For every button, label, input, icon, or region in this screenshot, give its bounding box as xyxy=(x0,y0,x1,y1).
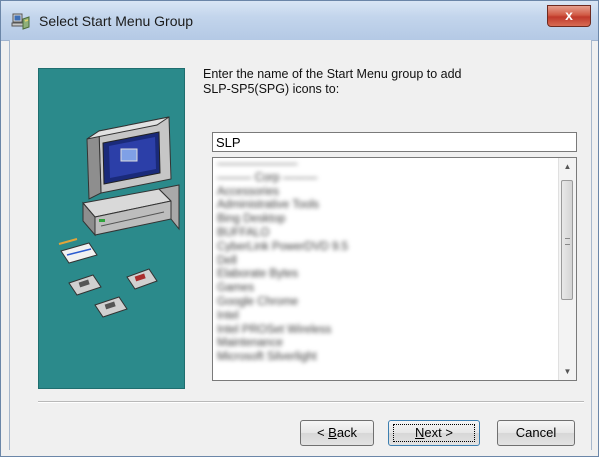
list-item[interactable]: Microsoft Silverlight xyxy=(213,351,558,365)
list-item[interactable]: Games xyxy=(213,282,558,296)
list-item[interactable]: Dell xyxy=(213,255,558,269)
cancel-button[interactable]: Cancel xyxy=(497,420,575,446)
instruction-line-1: Enter the name of the Start Menu group t… xyxy=(203,67,462,81)
instruction-line-2: SLP-SP5(SPG) icons to: xyxy=(203,82,340,96)
scroll-down-arrow-icon[interactable]: ▼ xyxy=(559,363,576,380)
list-scrollbar[interactable]: ▲ ▼ xyxy=(558,158,576,380)
start-menu-group-input[interactable] xyxy=(212,132,577,152)
computer-illustration-icon xyxy=(58,116,180,318)
list-item[interactable]: Intel PROSet Wireless xyxy=(213,324,558,338)
setup-program-icon xyxy=(11,13,30,30)
program-group-list[interactable]: ——————— ——— Corp ——— Accessories Administra… xyxy=(212,157,577,381)
setup-illustration-panel xyxy=(38,68,185,389)
list-item[interactable]: Google Chrome xyxy=(213,296,558,310)
list-item[interactable]: BUFFALO xyxy=(213,227,558,241)
list-item[interactable]: ——————— xyxy=(213,158,558,172)
list-item[interactable]: Administrative Tools xyxy=(213,199,558,213)
window-title: Select Start Menu Group xyxy=(39,13,194,29)
instruction-text: Enter the name of the Start Menu group t… xyxy=(203,67,563,97)
list-item[interactable]: ——— Corp ——— xyxy=(213,172,558,186)
back-button[interactable]: < Back xyxy=(300,420,374,446)
list-item[interactable]: Intel xyxy=(213,310,558,324)
dialog-client-area: Enter the name of the Start Menu group t… xyxy=(9,40,592,450)
title-bar[interactable]: Select Start Menu Group x xyxy=(1,1,598,41)
list-item[interactable]: Elaborate Bytes xyxy=(213,268,558,282)
scroll-up-arrow-icon[interactable]: ▲ xyxy=(559,158,576,175)
next-button[interactable]: Next > xyxy=(388,420,480,446)
list-item[interactable]: Bing Desktop xyxy=(213,213,558,227)
list-item[interactable]: Accessories xyxy=(213,186,558,200)
scroll-thumb[interactable] xyxy=(561,180,573,300)
button-separator xyxy=(38,401,584,403)
setup-dialog-window: Select Start Menu Group x Enter the name… xyxy=(0,0,599,457)
program-group-items: ——————— ——— Corp ——— Accessories Administra… xyxy=(213,158,558,380)
close-icon: x xyxy=(565,7,573,23)
list-item[interactable]: CyberLink PowerDVD 9.5 xyxy=(213,241,558,255)
list-item[interactable]: Maintenance xyxy=(213,337,558,351)
close-button[interactable]: x xyxy=(547,5,591,27)
